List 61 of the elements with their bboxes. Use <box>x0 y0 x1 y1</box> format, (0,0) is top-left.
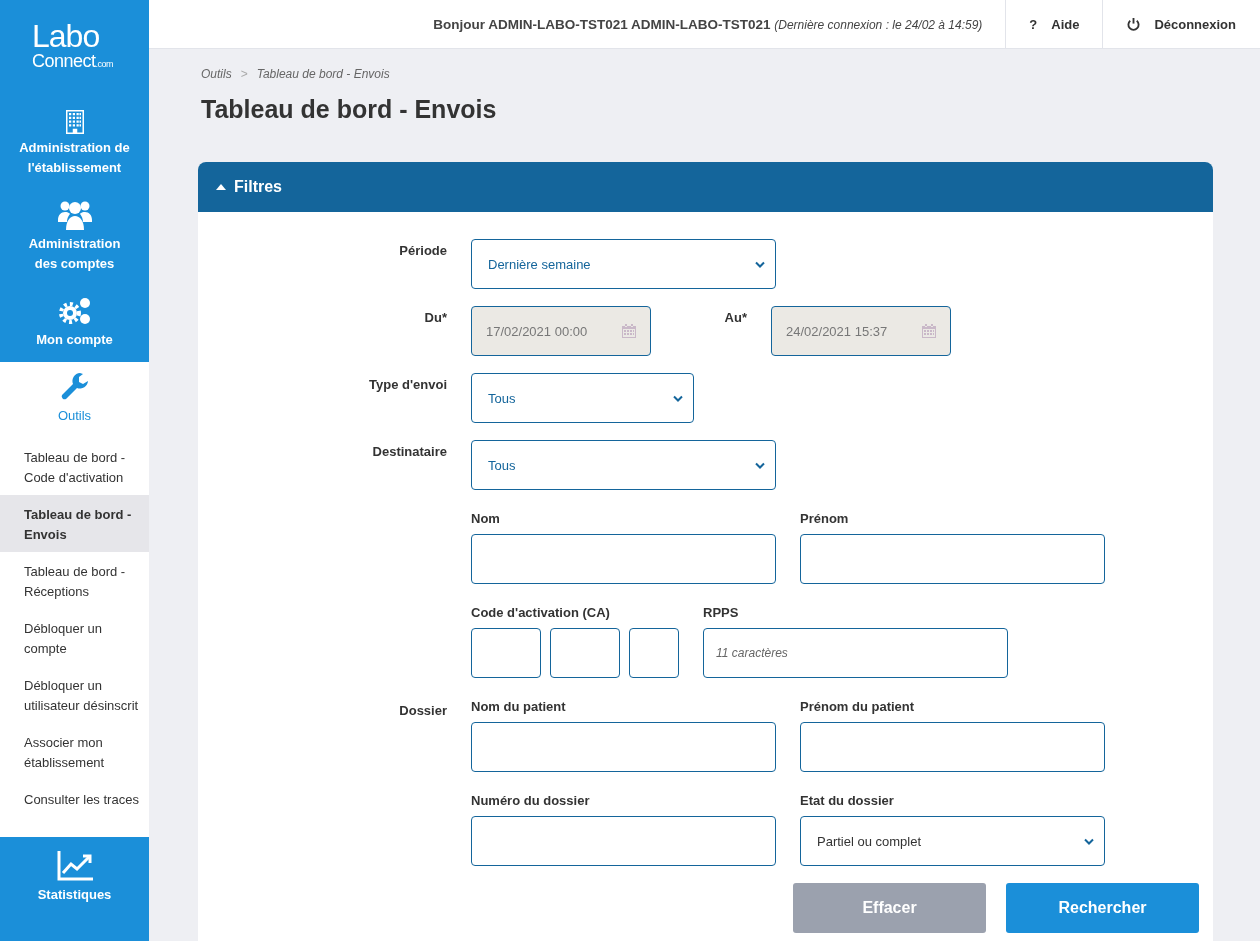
chevron-icon <box>1084 837 1094 845</box>
caret-icon <box>216 184 226 190</box>
building-icon <box>63 110 86 134</box>
input-field[interactable] <box>550 628 620 678</box>
field-label: Au* <box>723 309 747 325</box>
field-label: Destinataire <box>371 443 447 459</box>
sidebar-nav-item[interactable]: Mon compte <box>0 286 149 362</box>
input-field[interactable] <box>471 628 541 678</box>
field-label: RPPS <box>703 605 740 620</box>
field-label: Nom du patient <box>471 699 567 714</box>
greeting-text: Bonjour ADMIN-LABO-TST021 ADMIN-LABO-TST021 (Dernière connexion : le 24/02 à 14:59) <box>433 16 984 32</box>
calendar-icon <box>922 324 936 338</box>
users-icon <box>57 200 92 230</box>
field-label: Prénom <box>800 511 850 526</box>
input-field[interactable] <box>800 534 1105 584</box>
field-label: Etat du dossier <box>800 793 895 808</box>
dossier-state-select[interactable]: Partiel ou complet <box>800 816 1105 866</box>
gears-icon <box>57 296 92 326</box>
breadcrumb-separator: > <box>240 67 248 81</box>
page-title: Tableau de bord - Envois <box>201 95 498 124</box>
input-field[interactable]: 11 caractères <box>703 628 1008 678</box>
sidebar-subitem[interactable]: Tableau de bord - Réceptions <box>0 552 149 609</box>
field-label: Nom <box>471 511 501 526</box>
power-icon <box>1127 17 1141 31</box>
sidebar-subitem[interactable]: Consulter les traces <box>0 780 149 837</box>
sidebar-subitem[interactable]: Associer mon établissement <box>0 723 149 780</box>
search-button[interactable]: Rechercher <box>1006 883 1199 933</box>
period-select[interactable]: Dernière semaine <box>471 239 776 289</box>
field-label: Prénom du patient <box>800 699 916 714</box>
breadcrumb-link[interactable]: Outils <box>201 67 232 81</box>
chevron-icon <box>673 394 683 402</box>
chevron-icon <box>755 461 765 469</box>
field-label: Période <box>398 242 447 258</box>
sidebar-nav-item[interactable]: Administration des comptes <box>0 190 149 286</box>
chart-icon <box>56 851 93 881</box>
input-field[interactable] <box>629 628 679 678</box>
filters-header[interactable]: Filtres <box>198 162 1213 212</box>
field-label: Code d'activation (CA) <box>471 605 611 620</box>
recipient-select[interactable]: Tous <box>471 440 776 490</box>
logout-link[interactable]: Déconnexion <box>1102 0 1260 48</box>
input-field[interactable] <box>800 722 1105 772</box>
send-type-select[interactable]: Tous <box>471 373 694 423</box>
input-field[interactable] <box>471 722 776 772</box>
sidebar-nav-item[interactable]: Administration de l'établissement <box>0 100 149 190</box>
field-label: Du* <box>423 309 447 325</box>
input-field[interactable] <box>471 534 776 584</box>
wrench-icon <box>59 372 90 402</box>
calendar-icon <box>622 324 636 338</box>
field-label: Dossier <box>398 702 447 718</box>
labo-connect-logo[interactable]: Labo Connect.com <box>0 0 149 100</box>
chevron-icon <box>755 260 765 268</box>
sidebar-subitem[interactable]: Tableau de bord - Code d'activation <box>0 438 149 495</box>
breadcrumb-current: Tableau de bord - Envois <box>256 67 390 81</box>
field-label: Type d'envoi <box>368 376 447 392</box>
sidebar-nav-item[interactable]: Statistiques <box>0 837 149 941</box>
field-label: Numéro du dossier <box>471 793 591 808</box>
sidebar-subitem[interactable]: Tableau de bord - Envois <box>0 495 149 552</box>
input-field[interactable] <box>471 816 776 866</box>
sidebar-subitem[interactable]: Débloquer un compte <box>0 609 149 666</box>
help-link[interactable]: ? Aide <box>1005 0 1103 48</box>
sidebar-subitem[interactable]: Débloquer un utilisateur désinscrit <box>0 666 149 723</box>
